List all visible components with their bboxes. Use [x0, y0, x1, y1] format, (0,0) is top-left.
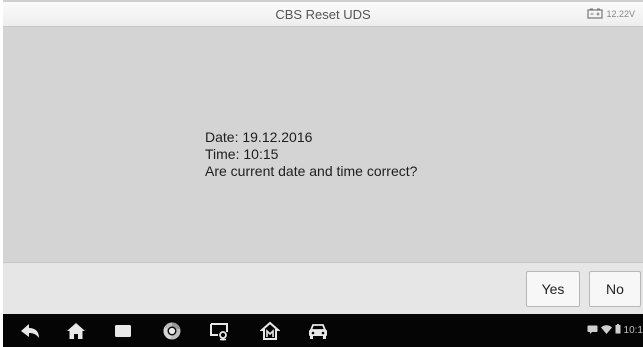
service-home-icon[interactable] — [258, 319, 282, 343]
recent-apps-icon[interactable] — [111, 319, 135, 343]
back-icon[interactable] — [18, 319, 42, 343]
voltage-value: 12.22V — [606, 8, 635, 19]
chrome-icon[interactable] — [160, 319, 184, 343]
android-nav-bar: 10:1 — [3, 314, 643, 347]
confirmation-message: Date: 19.12.2016 Time: 10:15 Are current… — [205, 129, 417, 180]
status-area: 10:1 — [587, 324, 643, 337]
car-battery-icon — [587, 8, 604, 19]
home-icon[interactable] — [64, 319, 88, 343]
time-line: Time: 10:15 — [205, 146, 279, 162]
date-line: Date: 19.12.2016 — [205, 129, 313, 145]
question-line: Are current date and time correct? — [205, 163, 418, 179]
wifi-icon — [600, 324, 612, 337]
clock: 10:1 — [623, 325, 643, 336]
app-window: CBS Reset UDS 12.22V Date: 19.12.2016 Ti… — [3, 0, 643, 347]
title-bar: CBS Reset UDS 12.22V — [3, 0, 643, 27]
vehicle-icon[interactable] — [306, 319, 330, 343]
action-bar: Yes No — [3, 262, 643, 314]
voltage-indicator: 12.22V — [587, 8, 635, 19]
message-icon — [587, 325, 598, 337]
dialog-content: Date: 19.12.2016 Time: 10:15 Are current… — [3, 27, 643, 262]
yes-button[interactable]: Yes — [526, 271, 580, 307]
remote-desk-icon[interactable] — [208, 319, 232, 343]
no-button[interactable]: No — [589, 271, 641, 307]
page-title: CBS Reset UDS — [275, 7, 371, 22]
battery-icon — [615, 324, 621, 337]
